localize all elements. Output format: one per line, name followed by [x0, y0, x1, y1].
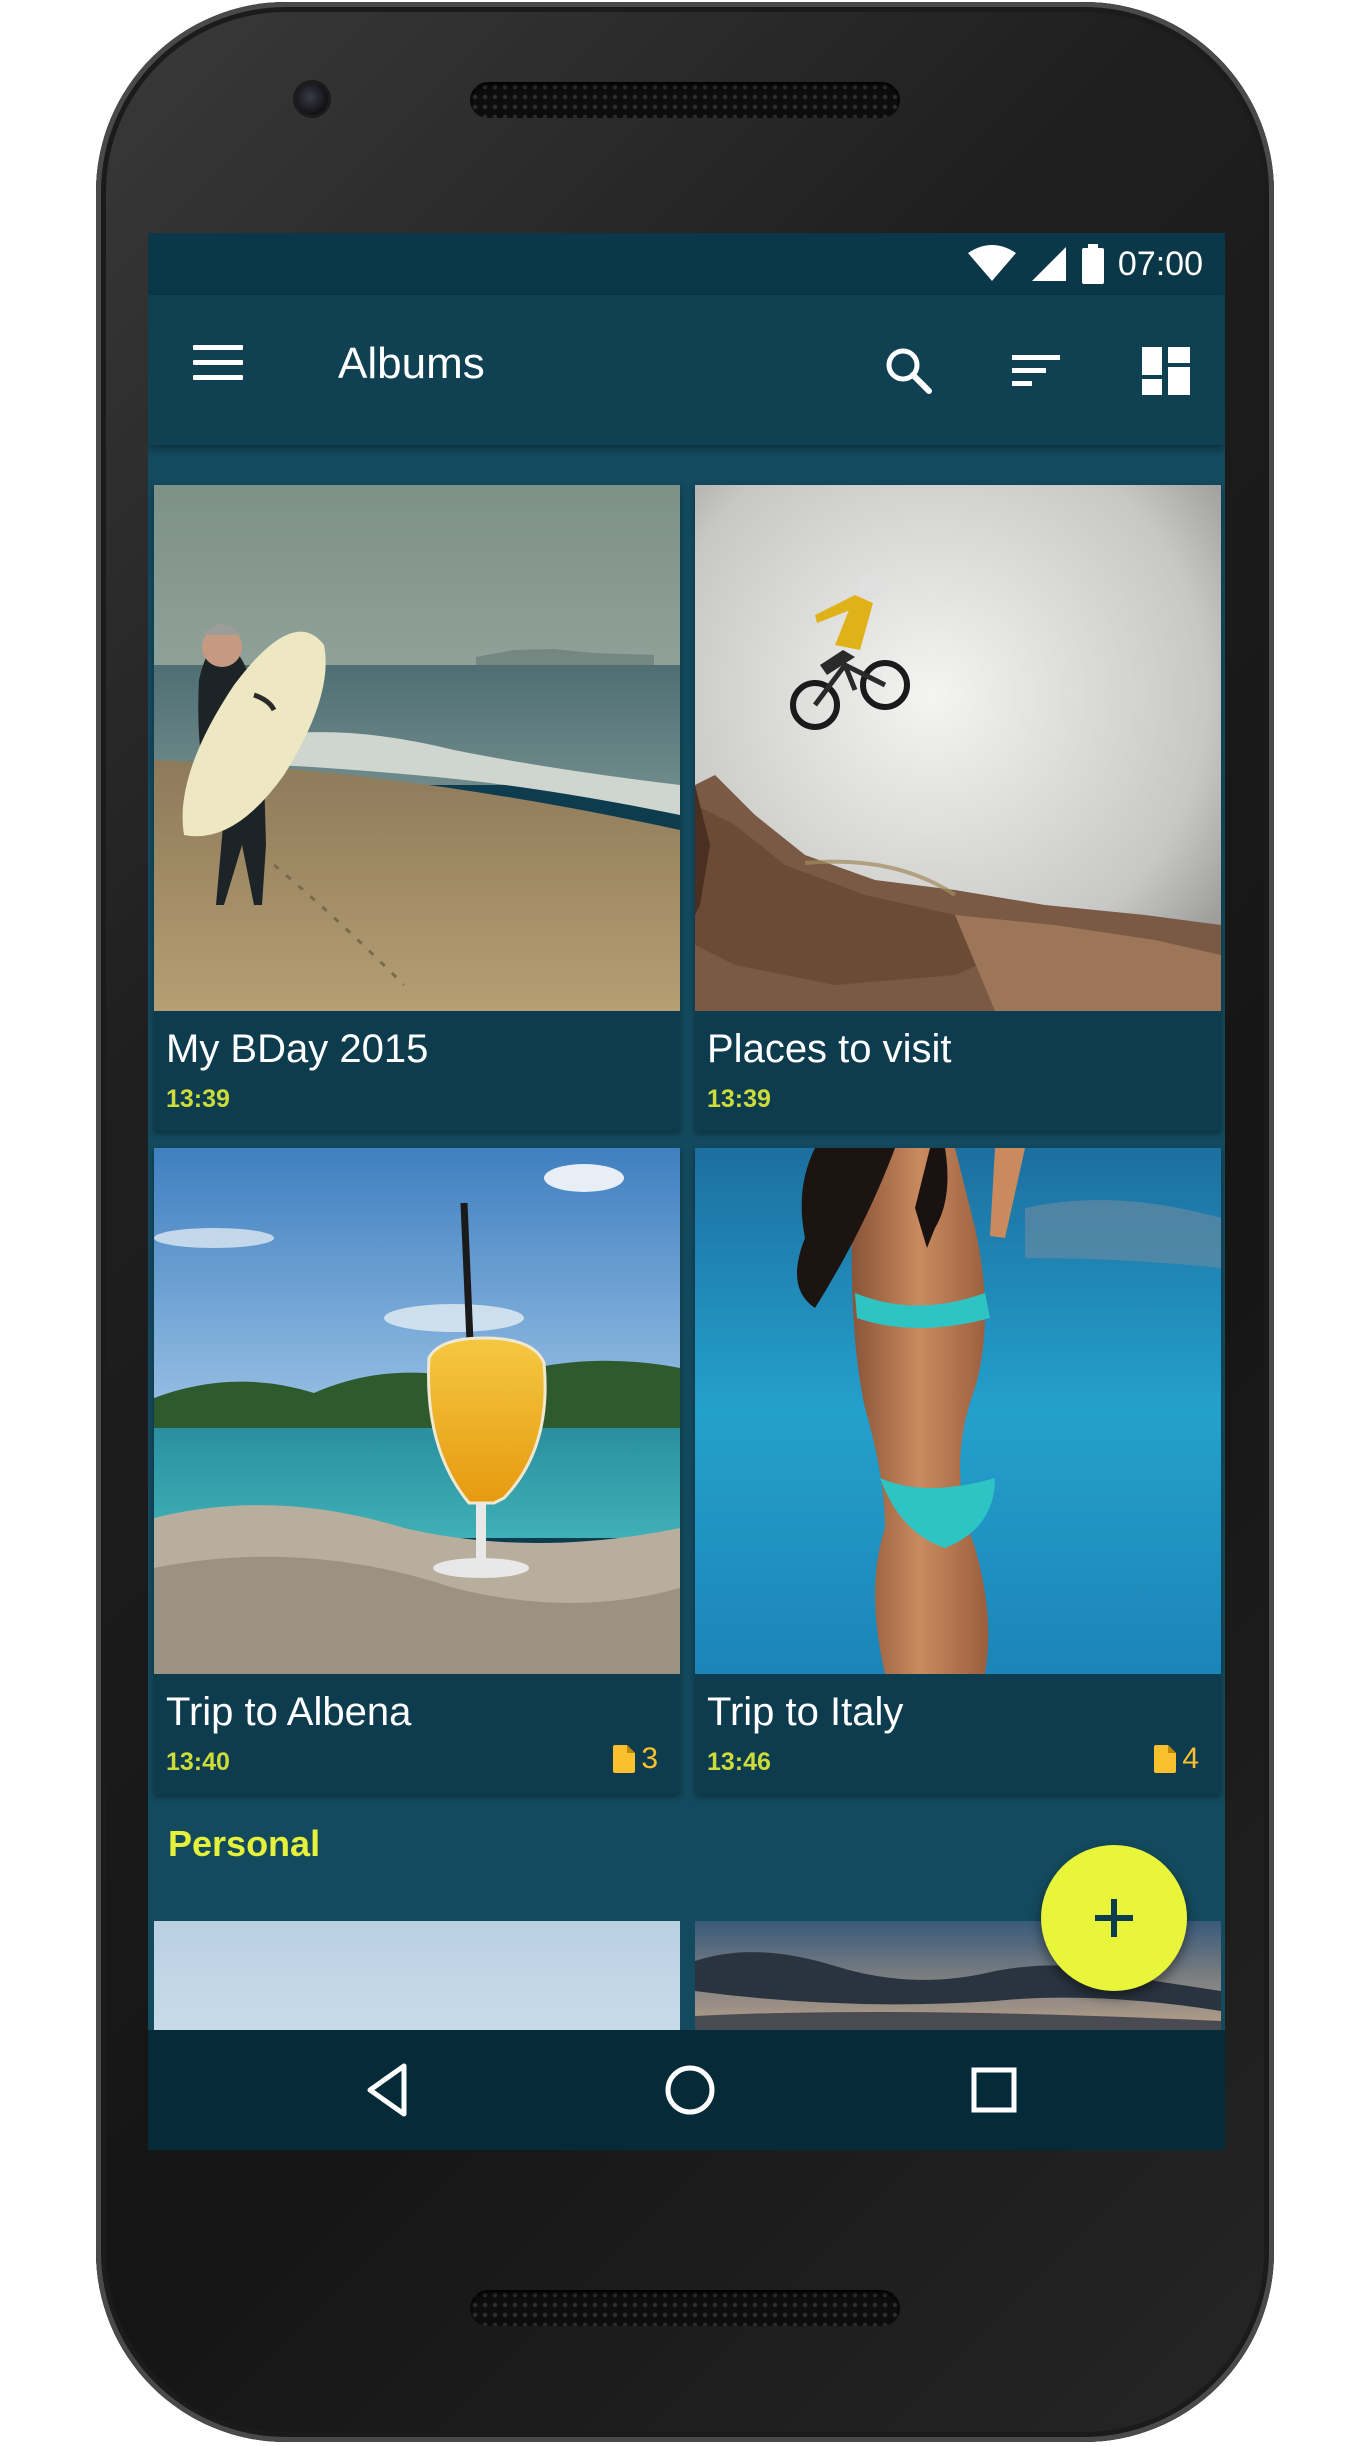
navigation-bar — [148, 2030, 1225, 2150]
album-cover-image — [695, 1148, 1221, 1674]
album-card[interactable]: My BDay 2015 13:39 — [154, 485, 680, 1131]
album-time: 13:40 — [166, 1748, 230, 1776]
album-time: 13:39 — [707, 1085, 771, 1113]
section-header: Personal — [168, 1823, 321, 1864]
add-album-button[interactable] — [1041, 1845, 1187, 1991]
photo-count: 4 — [1154, 1742, 1199, 1776]
album-cover-image — [154, 485, 680, 1011]
plus-icon — [1095, 1899, 1133, 1937]
bottom-speaker — [470, 2290, 900, 2326]
recents-icon[interactable] — [962, 2058, 1026, 2122]
status-bar: 07:00 — [148, 233, 1225, 295]
photo-count-value: 4 — [1182, 1742, 1199, 1775]
album-cover-image — [695, 485, 1221, 1011]
album-time: 13:46 — [707, 1748, 771, 1776]
album-card[interactable]: Trip to Italy 13:46 4 — [695, 1148, 1221, 1794]
top-speaker — [470, 82, 900, 118]
album-name: My BDay 2015 — [166, 1027, 429, 1071]
album-cover-image — [154, 1148, 680, 1674]
page-title: Albums — [338, 339, 485, 388]
layout-icon[interactable] — [1138, 343, 1194, 399]
album-name: Trip to Albena — [166, 1690, 412, 1734]
sort-icon[interactable] — [1008, 343, 1064, 399]
battery-icon — [1081, 244, 1104, 284]
search-icon[interactable] — [881, 343, 937, 399]
wifi-icon — [967, 245, 1016, 281]
album-name: Places to visit — [707, 1027, 952, 1071]
status-time: 07:00 — [1117, 244, 1203, 283]
album-card[interactable]: Trip to Albena 13:40 3 — [154, 1148, 680, 1794]
album-time: 13:39 — [166, 1085, 230, 1113]
photo-count: 3 — [613, 1742, 658, 1776]
home-icon[interactable] — [658, 2058, 722, 2122]
album-cover-image[interactable] — [154, 1921, 680, 2031]
app-bar: Albums — [148, 295, 1225, 445]
album-card[interactable]: Places to visit 13:39 — [695, 485, 1221, 1131]
screen: 07:00 Albums My BDay 2015 13:39 Places t… — [148, 233, 1225, 2150]
front-camera — [293, 80, 331, 118]
file-icon — [1154, 1745, 1177, 1773]
album-name: Trip to Italy — [707, 1690, 904, 1734]
file-icon — [613, 1745, 636, 1773]
back-icon[interactable] — [358, 2058, 422, 2122]
signal-icon — [1031, 247, 1066, 281]
photo-count-value: 3 — [641, 1742, 658, 1775]
menu-icon[interactable] — [193, 345, 243, 389]
